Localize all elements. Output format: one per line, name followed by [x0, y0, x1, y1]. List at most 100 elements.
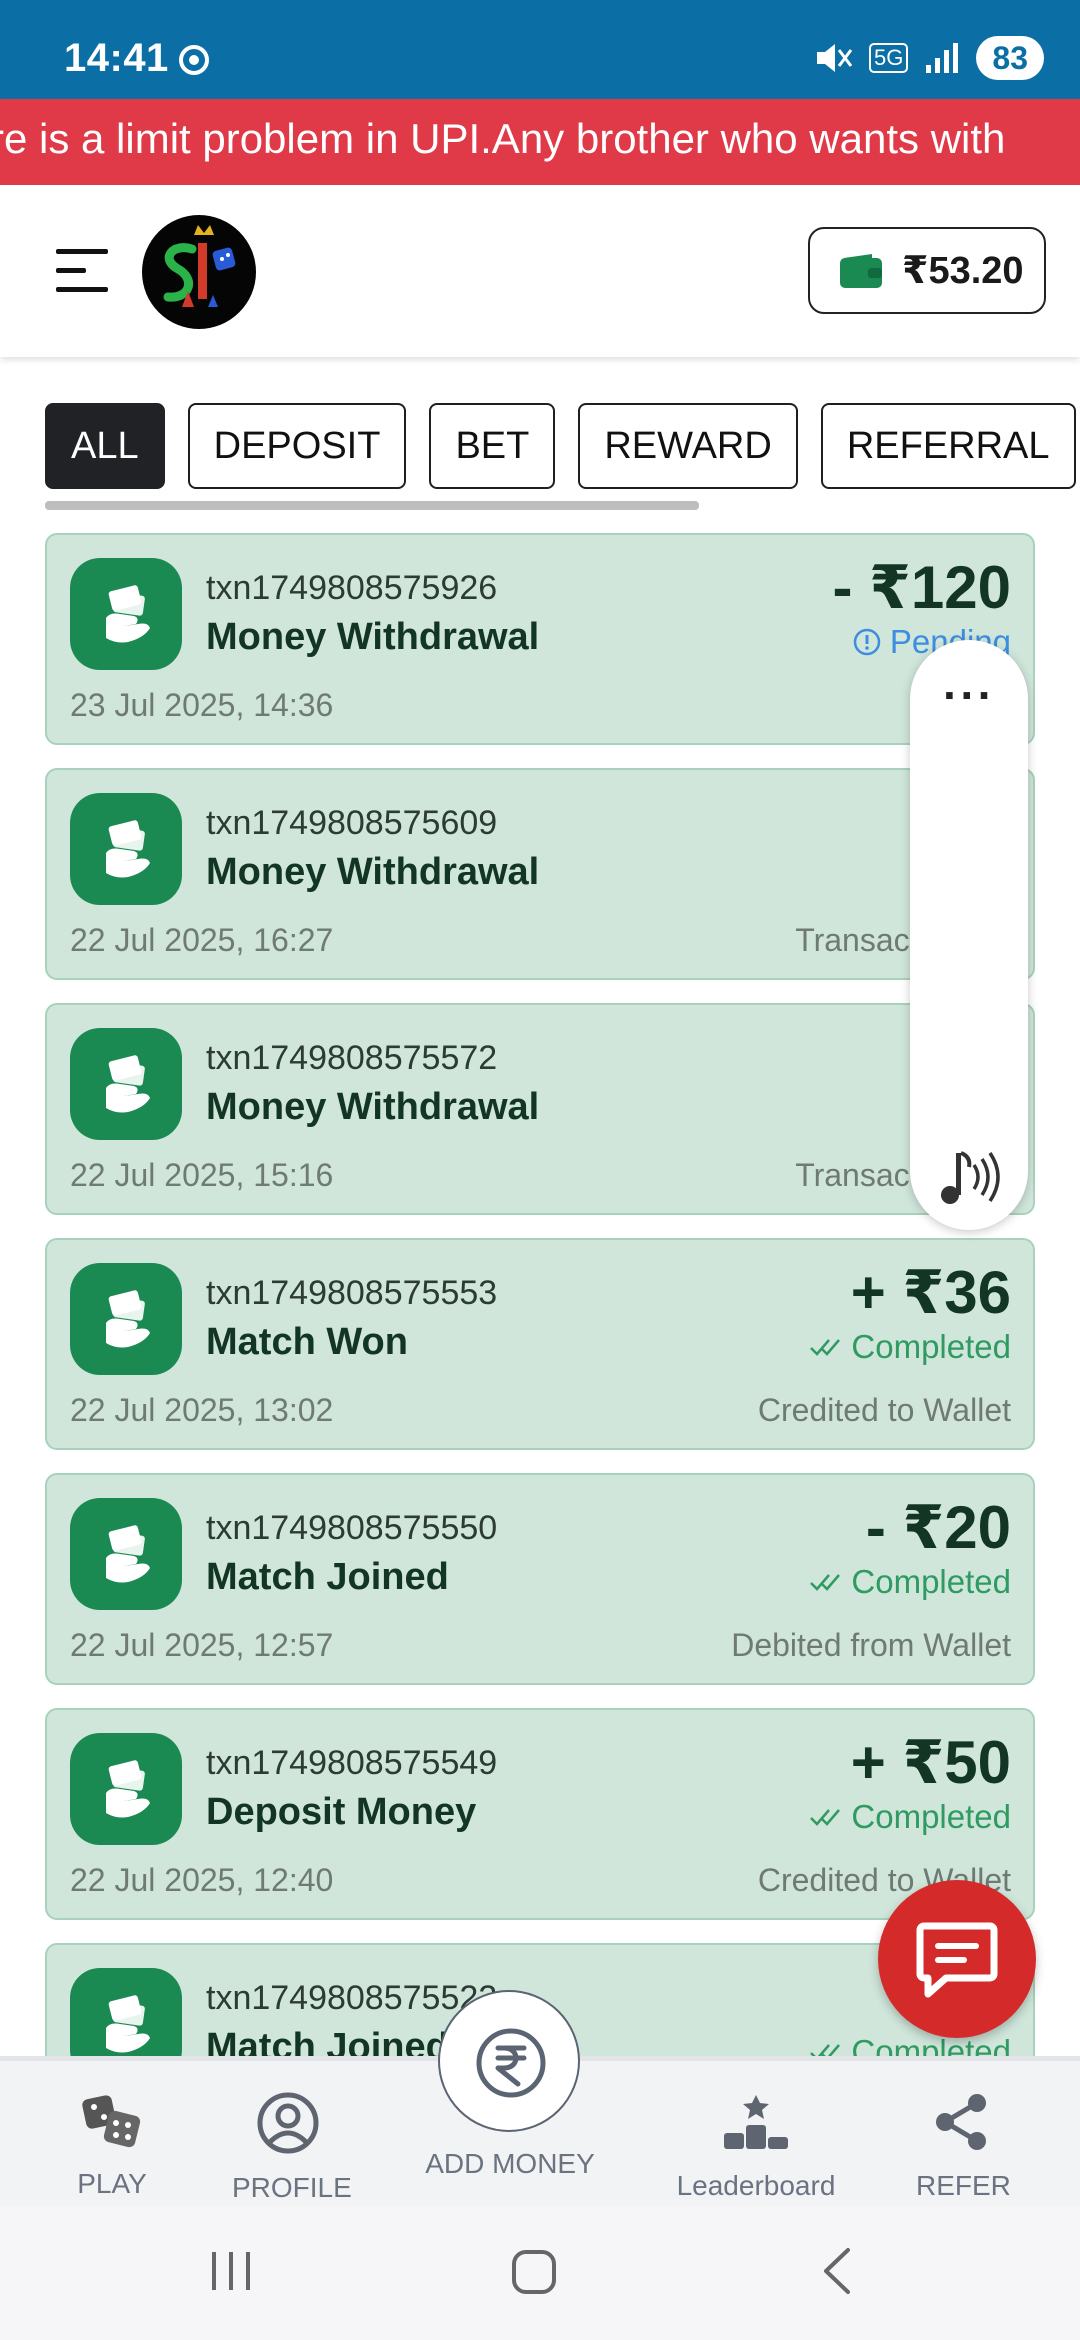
- money-icon: [106, 1055, 150, 1113]
- transaction-icon-badge: [70, 1263, 182, 1375]
- transaction-id: txn1749808575609: [206, 804, 498, 842]
- transaction-status-label: Completed: [851, 1563, 1011, 1600]
- transaction-date: 22 Jul 2025, 13:02: [70, 1392, 334, 1428]
- more-options-icon[interactable]: ···: [910, 672, 1028, 718]
- transaction-card[interactable]: txn1749808575553 Match Won 22 Jul 2025, 13…: [45, 1238, 1035, 1450]
- system-navigation-bar: [0, 2206, 1080, 2340]
- transaction-title: Money Withdrawal: [206, 616, 540, 658]
- transaction-card[interactable]: txn1749808575609 Money Withdrawal 22 Jul 2…: [45, 768, 1035, 980]
- transaction-title: Money Withdrawal: [206, 1086, 540, 1128]
- transaction-icon-badge: [70, 793, 182, 905]
- transaction-id: txn1749808575549: [206, 1744, 498, 1782]
- transaction-card[interactable]: txn1749808575926 Money Withdrawal 23 Jul 2…: [45, 533, 1035, 745]
- dice-icon: [82, 2095, 141, 2148]
- transaction-title: Money Withdrawal: [206, 851, 540, 893]
- double-check-icon: [810, 1574, 841, 1591]
- tab-bet[interactable]: BET: [429, 403, 556, 489]
- transaction-icon-badge: [70, 1968, 182, 2056]
- transaction-status: Completed: [809, 1798, 1011, 1836]
- money-icon: [106, 1995, 150, 2053]
- floating-side-panel[interactable]: ···: [910, 640, 1028, 1230]
- transaction-title: Match Joined: [206, 1556, 449, 1598]
- transaction-amount: - ₹120: [832, 554, 1011, 621]
- transaction-amount: - ₹20: [865, 1494, 1011, 1561]
- announcement-marquee: re is a limit problem in UPI.Any brother…: [0, 99, 1080, 185]
- transaction-status: Completed: [809, 1563, 1011, 1601]
- money-icon: [106, 1525, 150, 1583]
- nav-refer-label: REFER: [916, 2170, 1011, 2201]
- status-bar: 14:41 5G 83: [0, 0, 1080, 99]
- announcement-text: re is a limit problem in UPI.Any brother…: [0, 115, 1006, 162]
- nav-profile-label: PROFILE: [232, 2172, 352, 2203]
- tab-all[interactable]: ALL: [45, 403, 165, 489]
- profile-icon: [257, 2092, 319, 2154]
- transaction-id: txn1749808575550: [206, 1509, 498, 1547]
- double-check-icon: [810, 2044, 841, 2056]
- chat-support-button[interactable]: [878, 1880, 1036, 2038]
- transaction-icon-badge: [70, 558, 182, 670]
- wallet-balance-button[interactable]: ₹53.20: [808, 227, 1046, 314]
- transaction-amount: + ₹50: [850, 1729, 1011, 1796]
- transaction-date: 22 Jul 2025, 16:27: [70, 922, 334, 958]
- transaction-card[interactable]: txn1749808575572 Money Withdrawal 22 Jul 2…: [45, 1003, 1035, 1215]
- app-header: ₹53.20: [0, 185, 1080, 357]
- nav-refer[interactable]: REFER: [916, 2091, 1011, 2202]
- nav-leaderboard[interactable]: Leaderboard: [672, 2091, 840, 2202]
- transaction-status: Completed: [809, 2033, 1011, 2056]
- transaction-id: txn1749808575522: [206, 1979, 498, 2017]
- back-icon[interactable]: [818, 2246, 854, 2296]
- recents-icon[interactable]: [208, 2248, 254, 2294]
- wallet-icon: [840, 253, 882, 288]
- chat-icon: [916, 1922, 998, 1998]
- transaction-status-label: Completed: [851, 1798, 1011, 1835]
- transaction-icon-badge: [70, 1498, 182, 1610]
- transaction-amount: + ₹36: [850, 1259, 1011, 1326]
- transaction-card[interactable]: txn1749808575549 Deposit Money 22 Jul 2025…: [45, 1708, 1035, 1920]
- tabs-scrollbar[interactable]: [45, 501, 699, 510]
- transaction-icon-badge: [70, 1028, 182, 1140]
- wallet-amount: ₹53.20: [902, 250, 1024, 292]
- app-logo[interactable]: [142, 215, 256, 329]
- transaction-id: txn1749808575553: [206, 1274, 498, 1312]
- filter-tabs: ALL DEPOSIT BET REWARD REFERRAL: [45, 403, 1076, 489]
- double-check-icon: [810, 1809, 841, 1826]
- money-icon: [106, 1290, 150, 1348]
- nav-add-money-button[interactable]: [438, 1990, 580, 2132]
- transaction-list[interactable]: txn1749808575926 Money Withdrawal 23 Jul 2…: [45, 533, 1035, 2056]
- money-icon: [106, 1760, 150, 1818]
- network-type: 5G: [869, 43, 909, 73]
- transaction-card[interactable]: txn1749808575550 Match Joined 22 Jul 2025,…: [45, 1473, 1035, 1685]
- transaction-title: Deposit Money: [206, 1791, 477, 1833]
- transaction-id: txn1749808575926: [206, 569, 498, 607]
- nav-play[interactable]: PLAY: [72, 2091, 152, 2200]
- status-icons: 5G 83: [813, 36, 1044, 80]
- tab-reward[interactable]: REWARD: [578, 403, 798, 489]
- transaction-date: 22 Jul 2025, 12:40: [70, 1862, 334, 1898]
- transaction-status-label: Completed: [851, 2033, 1011, 2056]
- nav-leaderboard-label: Leaderboard: [676, 2170, 836, 2201]
- transaction-date: 22 Jul 2025, 12:57: [70, 1627, 334, 1663]
- home-icon[interactable]: [510, 2248, 558, 2296]
- tab-deposit[interactable]: DEPOSIT: [187, 403, 407, 489]
- share-icon: [936, 2094, 986, 2150]
- status-time: 14:41: [64, 36, 169, 80]
- chrome-icon: [179, 45, 209, 75]
- transaction-title: Match Joined: [206, 2026, 449, 2056]
- transaction-note: Debited from Wallet: [731, 1627, 1011, 1663]
- tab-referral[interactable]: REFERRAL: [820, 403, 1076, 489]
- signal-icon: [926, 43, 959, 73]
- battery-level: 83: [976, 36, 1044, 80]
- transaction-status: Completed: [809, 1328, 1011, 1366]
- transaction-status-label: Completed: [851, 1328, 1011, 1365]
- rupee-icon: [476, 2028, 546, 2098]
- hamburger-menu-icon[interactable]: [56, 249, 108, 293]
- leaderboard-icon: [724, 2095, 788, 2149]
- transaction-icon-badge: [70, 1733, 182, 1845]
- nav-profile[interactable]: PROFILE: [232, 2091, 352, 2204]
- info-icon: [853, 628, 881, 656]
- transaction-date: 22 Jul 2025, 15:16: [70, 1157, 334, 1193]
- transaction-note: Credited to Wallet: [757, 1392, 1011, 1428]
- nav-play-label: PLAY: [77, 2168, 147, 2199]
- music-sound-icon[interactable]: [936, 1145, 1004, 1207]
- money-icon: [106, 585, 150, 643]
